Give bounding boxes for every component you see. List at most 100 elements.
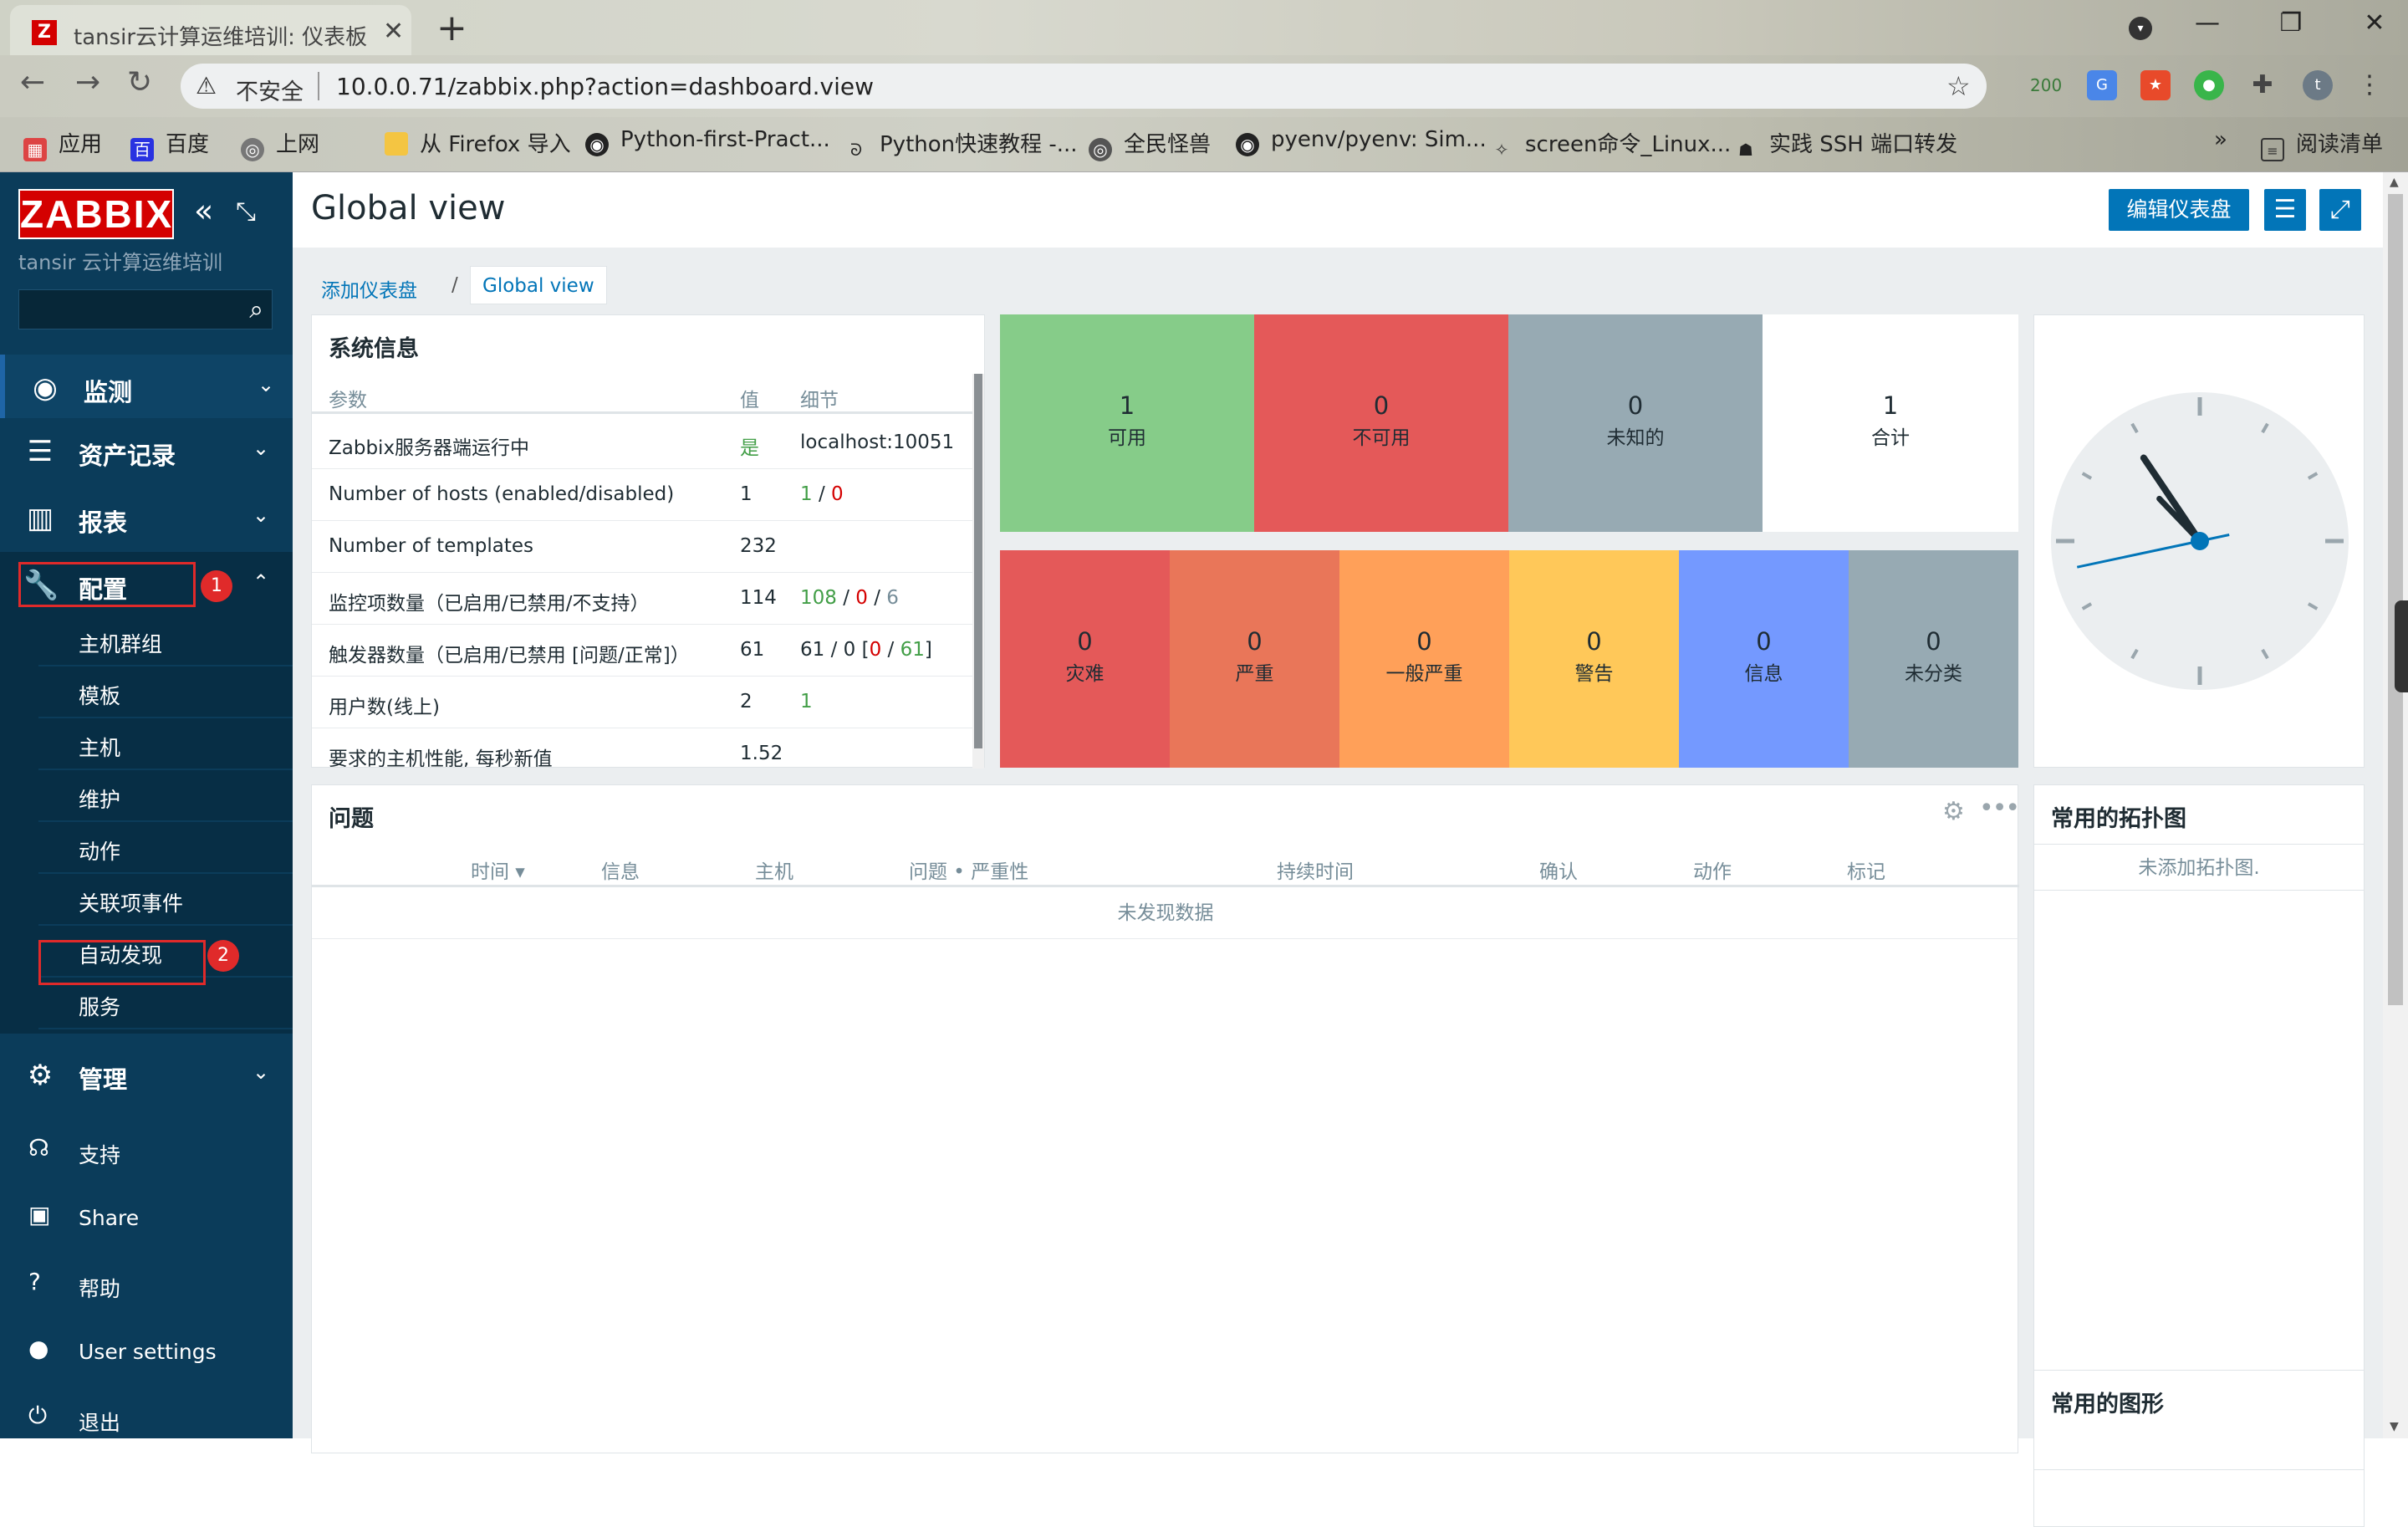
menu-share[interactable]: ▣ Share	[0, 1189, 293, 1248]
apps-icon: ▦	[23, 138, 47, 161]
submenu-event-correlation[interactable]: 关联项事件	[38, 875, 293, 926]
page-scrollbar[interactable]: ▲ ▼	[2383, 172, 2408, 1438]
reading-list-button[interactable]: ≡ 阅读清单	[2261, 127, 2383, 161]
profile-avatar[interactable]: t	[2303, 70, 2333, 100]
side-toolbar-handle[interactable]	[2395, 600, 2408, 692]
label: 警告	[1574, 663, 1614, 685]
scroll-up-icon[interactable]: ▲	[2390, 176, 2399, 189]
submenu-host-groups[interactable]: 主机群组	[38, 615, 293, 666]
menu-support[interactable]: ☊ 支持	[0, 1122, 293, 1181]
submenu-hosts[interactable]: 主机	[38, 719, 293, 770]
divider	[318, 72, 319, 100]
submenu-services[interactable]: 服务	[38, 978, 293, 1029]
bookmark-pyenv[interactable]: ◉ pyenv/pyenv: Sim...	[1236, 127, 1487, 156]
bookmark-python-tutorial[interactable]: ᘐ Python快速教程 -...	[844, 127, 1078, 161]
table-row: 用户数(线上) 2 1	[312, 677, 972, 728]
availability-unavailable[interactable]: 0 不可用	[1254, 314, 1508, 532]
table-row: Number of hosts (enabled/disabled) 1 1 /…	[312, 469, 972, 521]
zabbix-logo[interactable]: ZABBIX	[18, 189, 174, 239]
menu-help[interactable]: ? 帮助	[0, 1256, 293, 1315]
bookmark-monster[interactable]: ◎ 全民怪兽	[1089, 127, 1211, 161]
severity-high[interactable]: 0 严重	[1170, 550, 1339, 768]
translate-icon[interactable]: G	[2087, 70, 2117, 100]
menu-monitoring[interactable]: ◉ 监测 ⌄	[0, 355, 293, 418]
restore-button[interactable]: ❐	[2266, 8, 2316, 38]
severity-not-classified[interactable]: 0 未分类	[1849, 550, 2018, 768]
menu-inventory[interactable]: ☰ 资产记录 ⌄	[0, 418, 293, 482]
clock-center	[2191, 532, 2209, 550]
submenu-templates[interactable]: 模板	[38, 667, 293, 718]
bookmark-apps[interactable]: ▦ 应用	[23, 127, 102, 161]
fullscreen-icon[interactable]: ⤢	[2319, 189, 2361, 231]
reload-icon[interactable]: ↻	[127, 65, 152, 100]
count: 0	[1586, 627, 1602, 656]
bookmark-screen[interactable]: ✧ screen命令_Linux...	[1490, 127, 1732, 161]
menu-administration[interactable]: ⚙ 管理 ⌄	[0, 1042, 293, 1106]
widget-settings-gear-icon[interactable]: ⚙	[1942, 797, 1965, 826]
severity-information[interactable]: 0 信息	[1679, 550, 1849, 768]
submenu-actions[interactable]: 动作	[38, 823, 293, 874]
scrollbar-thumb[interactable]	[2388, 194, 2403, 1005]
severity-average[interactable]: 0 一般严重	[1339, 550, 1509, 768]
bookmark-star-icon[interactable]: ☆	[1946, 70, 1971, 102]
bookmark-baidu[interactable]: 百百度	[130, 127, 209, 161]
back-icon[interactable]: ←	[20, 65, 45, 100]
tab-close-icon[interactable]: ✕	[383, 17, 404, 46]
bookmark-folder[interactable]: 从 Firefox 导入	[385, 127, 571, 158]
menu-reports[interactable]: ▥ 报表 ⌄	[0, 485, 293, 549]
severity-disaster[interactable]: 0 灾难	[1000, 550, 1170, 768]
security-label[interactable]: 不安全	[236, 74, 304, 106]
value-cell: 61	[740, 639, 765, 661]
collapse-sidebar-icon[interactable]: «	[194, 192, 213, 229]
widget-title: 常用的图形	[2051, 1392, 2164, 1417]
param-cell: 要求的主机性能, 每秒新值	[329, 748, 553, 767]
extension-icon[interactable]: ★	[2140, 70, 2171, 100]
bookmark-python-first[interactable]: ◉ Python-first-Pract...	[585, 127, 830, 156]
tab-search-icon[interactable]: ▾	[2129, 17, 2152, 40]
python-icon: ᘐ	[849, 140, 863, 160]
count: 1	[1882, 391, 1899, 420]
color-picker-icon[interactable]: ●	[2194, 70, 2224, 100]
detail-prefix: 61 / 0 [	[800, 639, 870, 661]
menu-user-settings[interactable]: ● User settings	[0, 1323, 293, 1381]
kiosk-mode-icon[interactable]: ⤡	[236, 197, 256, 227]
forward-icon[interactable]: →	[75, 65, 100, 100]
browser-toolbar: ← → ↻ ⚠ 不安全 10.0.0.71/zabbix.php?action=…	[0, 55, 2408, 117]
column-header-time[interactable]: 时间 ▾	[471, 855, 525, 884]
close-window-button[interactable]: ✕	[2349, 8, 2400, 38]
edit-dashboard-button[interactable]: 编辑仪表盘	[2109, 189, 2249, 231]
breadcrumb-dashboards-link[interactable]: 添加仪表盘	[321, 274, 417, 303]
count: 0	[1247, 627, 1263, 656]
browser-tab[interactable]: Z tansir云计算运维培训: 仪表板 ✕	[10, 5, 411, 55]
value-cell: 1	[740, 483, 752, 505]
availability-unknown[interactable]: 0 未知的	[1508, 314, 1763, 532]
minimize-button[interactable]: —	[2182, 8, 2232, 38]
browser-tab-strip: Z tansir云计算运维培训: 仪表板 ✕ + ▾ — ❐ ✕	[0, 0, 2408, 55]
param-cell: 触发器数量（已启用/已禁用 [问题/正常]）	[329, 645, 690, 666]
dashboard-actions-menu-icon[interactable]: ☰	[2264, 189, 2306, 231]
availability-total[interactable]: 1 合计	[1763, 314, 2018, 532]
url-text[interactable]: 10.0.0.71/zabbix.php?action=dashboard.vi…	[336, 73, 874, 100]
severity-warning[interactable]: 0 警告	[1509, 550, 1679, 768]
address-bar[interactable]: ⚠ 不安全 10.0.0.71/zabbix.php?action=dashbo…	[181, 64, 1987, 109]
availability-available[interactable]: 1 可用	[1000, 314, 1254, 532]
label: 一般严重	[1385, 663, 1463, 685]
search-icon[interactable]: ⌕	[249, 295, 263, 324]
submenu-maintenance[interactable]: 维护	[38, 771, 293, 822]
warning-icon[interactable]: ⚠	[196, 72, 217, 100]
extension-counter[interactable]: 200	[2030, 70, 2062, 100]
search-input[interactable]: ⌕	[18, 289, 273, 329]
scroll-down-icon[interactable]: ▼	[2390, 1420, 2399, 1433]
browser-menu-icon[interactable]: ⋮	[2354, 70, 2385, 100]
widget-scrollbar[interactable]	[972, 374, 984, 769]
scrollbar-thumb[interactable]	[974, 374, 982, 748]
widget-more-options-icon[interactable]: •••	[1979, 794, 2020, 823]
breadcrumb-current[interactable]: Global view	[470, 266, 607, 304]
bookmark-web[interactable]: ◎ 上网	[241, 127, 319, 161]
extensions-puzzle-icon[interactable]: ✚	[2247, 70, 2278, 100]
bookmark-ssh[interactable]: ☗ 实践 SSH 端口转发	[1734, 127, 1957, 161]
bookmarks-overflow-button[interactable]: »	[2214, 127, 2227, 152]
new-tab-button[interactable]: +	[436, 7, 467, 49]
menu-logout[interactable]: ⏻ 退出	[0, 1390, 293, 1448]
value-cell: 是	[740, 437, 759, 459]
